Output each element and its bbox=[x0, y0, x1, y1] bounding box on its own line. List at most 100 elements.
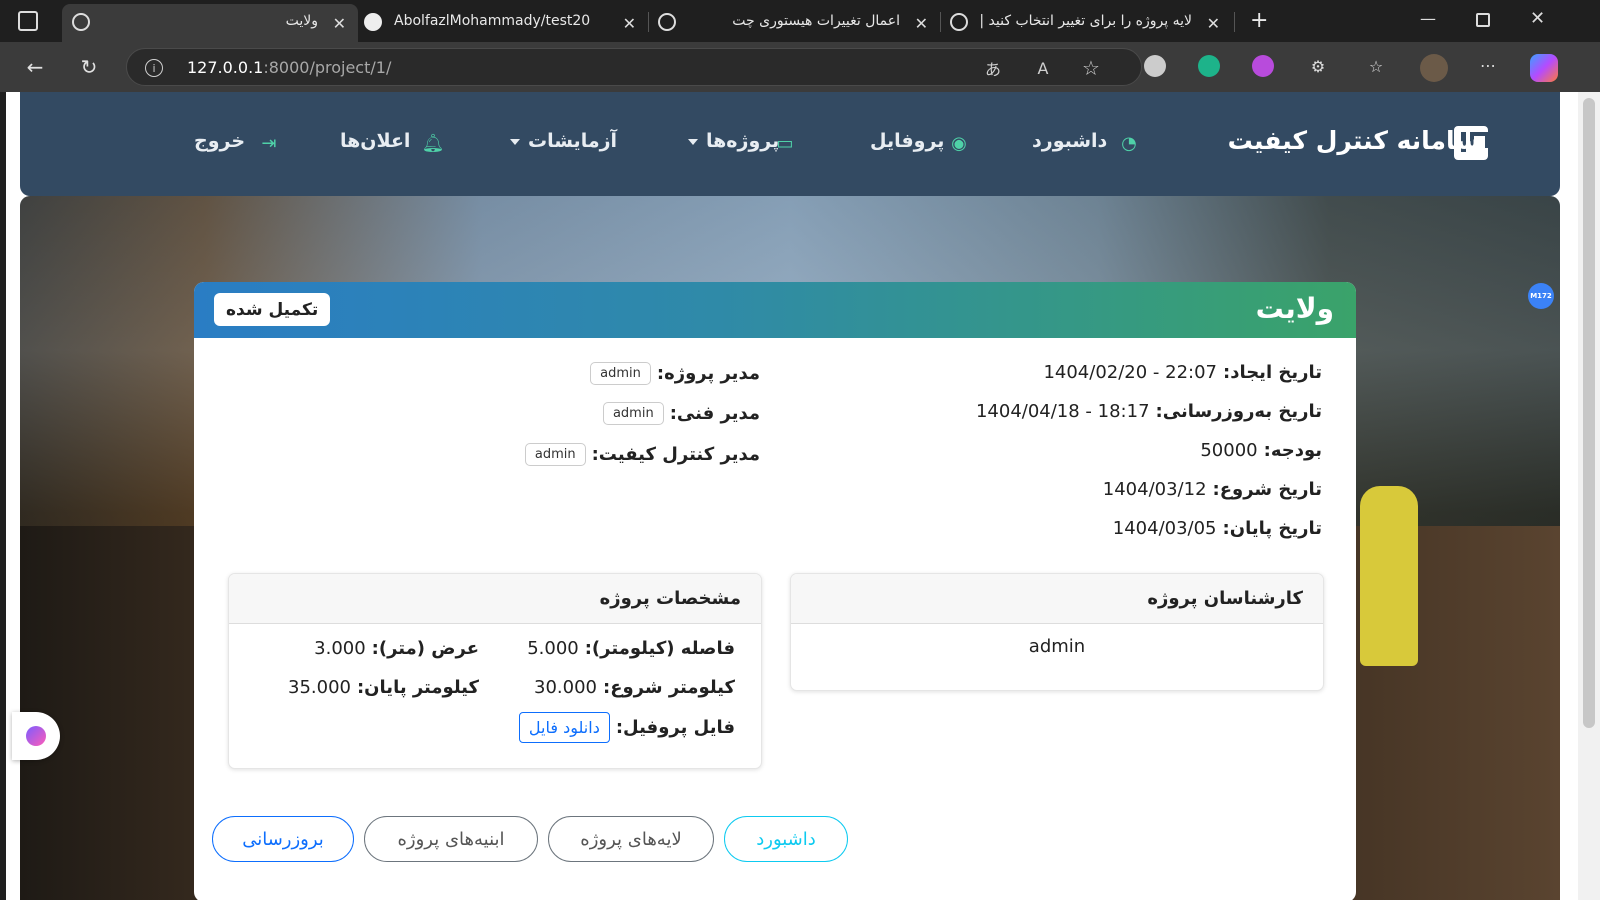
nav-logout[interactable]: خروج bbox=[194, 130, 245, 152]
updated-value: 1404/04/18 - 18:17 bbox=[975, 401, 1150, 422]
read-aloud-icon[interactable]: A bbox=[1033, 58, 1053, 78]
experts-title: کارشناسان پروژه bbox=[1147, 588, 1303, 609]
web-page: سامانه کنترل کیفیت ◔ داشبورد ◉ پروفایل ▭… bbox=[6, 92, 1578, 900]
budget-row: بودجه: 50000 bbox=[1200, 440, 1322, 461]
chevron-down-icon bbox=[510, 139, 520, 145]
end-km-row: کیلومتر پایان: 35.000 bbox=[288, 677, 479, 698]
copilot-icon[interactable] bbox=[1530, 54, 1558, 82]
close-icon[interactable]: ✕ bbox=[333, 14, 346, 33]
specs-title: مشخصات پروژه bbox=[599, 588, 741, 609]
width-label: عرض (متر): bbox=[371, 638, 479, 659]
start-date-label: تاریخ شروع: bbox=[1212, 479, 1322, 500]
tab-chat[interactable]: اعمال تغییرات هیستوری چت ✕ bbox=[650, 4, 940, 42]
start-date-row: تاریخ شروع: 1404/03/12 bbox=[1103, 479, 1322, 500]
favorite-star-icon[interactable]: ☆ bbox=[1081, 56, 1101, 80]
browser-window: ✕ ولایت AbolfazlMohammady/test20 ✕ اعمال… bbox=[0, 0, 1600, 900]
start-km-value: 30.000 bbox=[534, 677, 597, 698]
brand-title[interactable]: سامانه کنترل کیفیت bbox=[1228, 126, 1480, 155]
logout-icon: ⇥ bbox=[261, 132, 277, 154]
start-date-value: 1404/03/12 bbox=[1102, 479, 1207, 500]
maximize-button[interactable] bbox=[1476, 13, 1490, 27]
url-text[interactable]: 127.0.0.1:8000/project/1/ bbox=[187, 58, 391, 77]
nav-projects[interactable]: پروژه‌ها bbox=[706, 130, 779, 152]
close-icon[interactable]: ✕ bbox=[623, 14, 636, 33]
update-button[interactable]: بروزرسانی bbox=[212, 816, 354, 862]
shield-extension-icon[interactable] bbox=[1198, 55, 1220, 77]
chevron-down-icon bbox=[688, 139, 698, 145]
start-km-row: کیلومتر شروع: 30.000 bbox=[534, 677, 735, 698]
distance-row: فاصله (کیلومتر): 5.000 bbox=[527, 638, 735, 659]
end-km-value: 35.000 bbox=[288, 677, 351, 698]
updated-label: تاریخ به‌روزرسانی: bbox=[1155, 401, 1322, 422]
translate-icon[interactable]: あ bbox=[983, 58, 1003, 79]
extensions-puzzle-icon[interactable]: ⚙ bbox=[1308, 56, 1328, 76]
tab-title: AbolfazlMohammady/test20 bbox=[394, 13, 591, 29]
minimize-button[interactable]: — bbox=[1420, 9, 1436, 28]
download-file-button[interactable]: دانلود فایل bbox=[518, 712, 610, 743]
experts-card-header: کارشناسان پروژه bbox=[791, 574, 1323, 624]
updated-row: تاریخ به‌روزرسانی: 1404/04/18 - 18:17 bbox=[976, 401, 1322, 422]
experts-card: کارشناسان پروژه admin bbox=[790, 573, 1324, 691]
reload-button[interactable]: ↻ bbox=[76, 54, 102, 80]
dashboard-button[interactable]: داشبورد bbox=[724, 816, 848, 862]
nav-notifications[interactable]: اعلان‌ها bbox=[340, 130, 410, 152]
tab-title: ولایت bbox=[285, 13, 318, 29]
project-manager-chip: admin bbox=[590, 362, 651, 385]
new-tab-button[interactable]: + bbox=[1250, 8, 1268, 33]
specs-card-header: مشخصات پروژه bbox=[229, 574, 761, 624]
qc-manager-row: مدیر کنترل کیفیت: admin bbox=[524, 443, 760, 466]
address-bar[interactable]: i 127.0.0.1:8000/project/1/ あ A ☆ bbox=[126, 48, 1142, 86]
scrollbar-thumb[interactable] bbox=[1583, 98, 1595, 728]
start-km-label: کیلومتر شروع: bbox=[603, 677, 735, 698]
expert-item: admin bbox=[1028, 636, 1086, 657]
close-icon[interactable]: ✕ bbox=[1207, 14, 1220, 33]
end-date-label: تاریخ پایان: bbox=[1222, 518, 1322, 539]
tab-actions-icon[interactable] bbox=[18, 11, 38, 31]
project-manager-row: مدیر پروژه: admin bbox=[590, 362, 760, 385]
extension-icon[interactable] bbox=[1144, 55, 1166, 77]
globe-icon bbox=[72, 13, 90, 31]
qc-manager-label: مدیر کنترل کیفیت: bbox=[591, 444, 760, 465]
project-title: ولایت bbox=[1255, 292, 1334, 325]
globe-icon bbox=[950, 13, 968, 31]
technical-manager-chip: admin bbox=[602, 402, 664, 425]
profile-file-row: فایل پروفیل: دانلود فایل bbox=[518, 712, 735, 743]
budget-label: بودجه: bbox=[1263, 440, 1322, 461]
qc-manager-chip: admin bbox=[524, 443, 586, 466]
project-layers-button[interactable]: لایه‌های پروژه bbox=[548, 816, 714, 862]
nav-tests[interactable]: آزمایشات bbox=[528, 130, 617, 152]
width-value: 3.000 bbox=[314, 638, 366, 659]
tab-project[interactable]: ✕ ولایت bbox=[62, 4, 358, 42]
created-row: تاریخ ایجاد: 1404/02/20 - 22:07 bbox=[1043, 362, 1322, 383]
tab-github[interactable]: AbolfazlMohammady/test20 ✕ bbox=[358, 4, 648, 42]
favorites-icon[interactable]: ☆ bbox=[1366, 56, 1386, 76]
user-circle-icon: ◉ bbox=[951, 132, 967, 154]
project-structures-button[interactable]: ابنیه‌های پروژه bbox=[364, 816, 538, 862]
more-menu-icon[interactable]: ⋯ bbox=[1478, 55, 1498, 75]
side-assistant-button[interactable] bbox=[12, 712, 60, 760]
overlay-badge[interactable]: M172 bbox=[1528, 283, 1554, 309]
tab-title: لایه پروژه را برای تغییر انتخاب کنید | bbox=[979, 13, 1192, 29]
copilot-extension-icon[interactable] bbox=[1252, 55, 1274, 77]
github-icon bbox=[364, 13, 382, 31]
nav-profile[interactable]: پروفایل bbox=[870, 130, 944, 152]
site-info-icon[interactable]: i bbox=[145, 59, 163, 77]
window-close-button[interactable]: ✕ bbox=[1530, 8, 1545, 29]
created-label: تاریخ ایجاد: bbox=[1223, 362, 1322, 383]
created-value: 1404/02/20 - 22:07 bbox=[1043, 362, 1218, 383]
chatgpt-icon bbox=[658, 13, 676, 31]
distance-value: 5.000 bbox=[527, 638, 579, 659]
distance-label: فاصله (کیلومتر): bbox=[584, 638, 735, 659]
nav-dashboard[interactable]: داشبورد bbox=[1032, 130, 1107, 152]
scrollbar[interactable] bbox=[1578, 92, 1600, 900]
tab-title: اعمال تغییرات هیستوری چت bbox=[732, 13, 900, 29]
background-worker bbox=[1360, 486, 1418, 666]
budget-value: 50000 bbox=[1200, 440, 1258, 461]
technical-manager-label: مدیر فنی: bbox=[669, 403, 760, 424]
close-icon[interactable]: ✕ bbox=[915, 14, 928, 33]
back-button[interactable]: ← bbox=[22, 54, 48, 80]
tab-layer[interactable]: لایه پروژه را برای تغییر انتخاب کنید | ✕ bbox=[942, 4, 1232, 42]
project-card: ولایت تکمیل شده تاریخ ایجاد: 1404/02/20 -… bbox=[194, 282, 1356, 900]
avatar[interactable] bbox=[1420, 54, 1448, 82]
project-manager-label: مدیر پروژه: bbox=[656, 363, 760, 384]
